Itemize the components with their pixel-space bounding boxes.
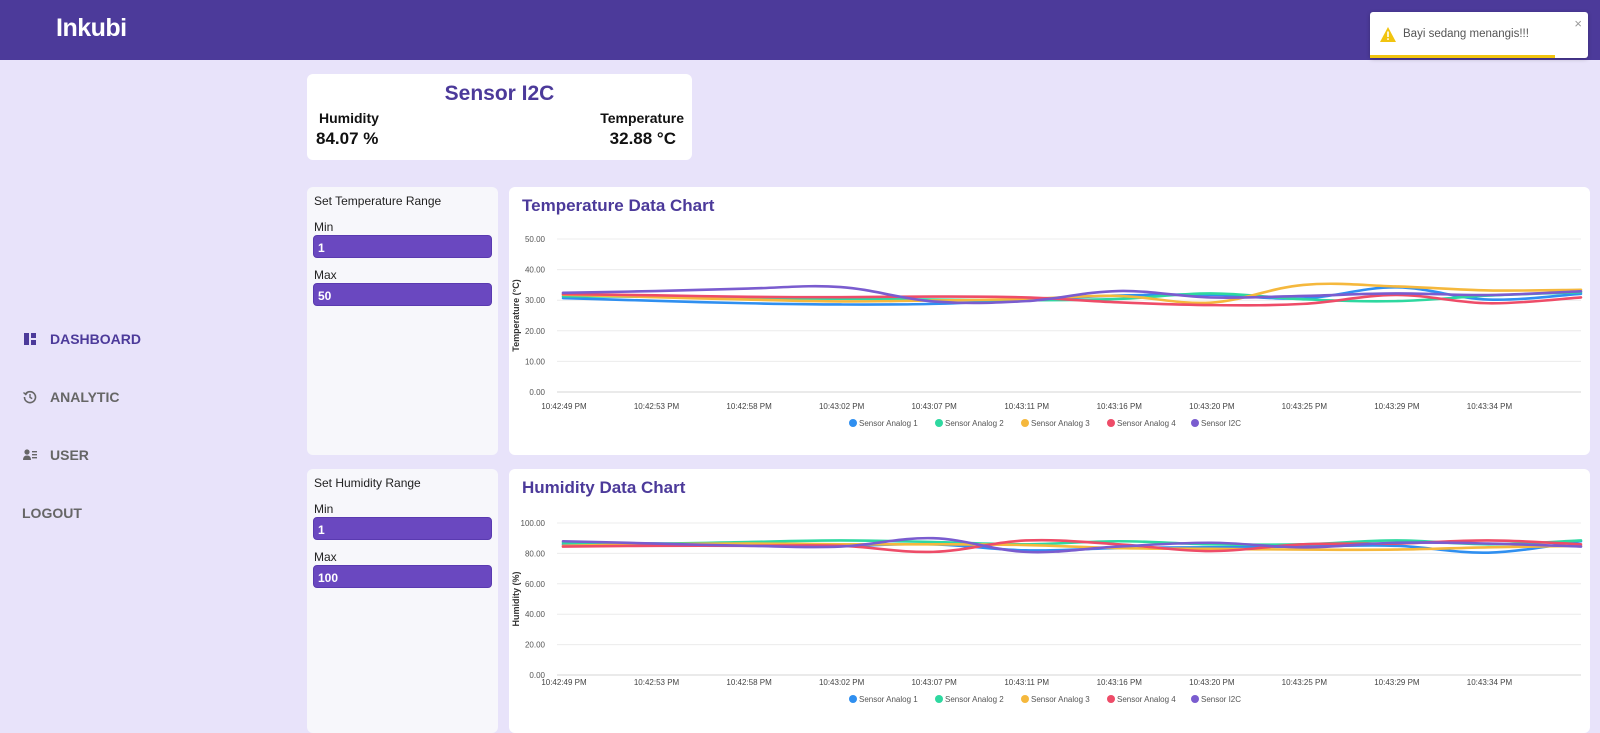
sidebar-item-dashboard[interactable]: DASHBOARD (22, 328, 222, 350)
temperature-range-title: Set Temperature Range (314, 194, 442, 208)
legend-swatch (849, 695, 857, 703)
humidity-label: Humidity (319, 110, 379, 126)
user-list-icon (22, 447, 38, 463)
sidebar-item-analytic[interactable]: ANALYTIC (22, 386, 222, 408)
legend-swatch (1107, 419, 1115, 427)
y-tick-label: 0.00 (529, 388, 545, 397)
x-tick-label: 10:43:16 PM (1097, 402, 1143, 411)
toast-close-button[interactable]: × (1574, 16, 1582, 31)
temperature-range-card: Set Temperature Range Min 1 Max 50 (307, 187, 498, 455)
legend-swatch (1021, 419, 1029, 427)
x-tick-label: 10:42:49 PM (541, 678, 587, 687)
y-tick-label: 20.00 (525, 641, 546, 650)
legend-label: Sensor Analog 2 (945, 419, 1004, 428)
y-axis-label: Humidity (%) (511, 571, 521, 626)
temperature-chart-card: Temperature Data Chart 0.00 10.00 20.00 30.… (509, 187, 1590, 455)
legend-label: Sensor Analog 1 (859, 695, 918, 704)
notification-toast: Bayi sedang menangis!!! × (1370, 12, 1588, 58)
x-tick-label: 10:43:34 PM (1467, 402, 1513, 411)
sidebar-item-user[interactable]: USER (22, 444, 222, 466)
legend-swatch (935, 695, 943, 703)
temperature-min-input[interactable]: 1 (313, 235, 492, 258)
x-tick-label: 10:43:11 PM (1004, 402, 1049, 411)
y-tick-label: 40.00 (525, 266, 546, 275)
x-tick-label: 10:43:02 PM (819, 678, 865, 687)
humidity-min-input[interactable]: 1 (313, 517, 492, 540)
y-tick-label: 50.00 (525, 235, 546, 244)
sensor-i2c-card: Sensor I2C Humidity 84.07 % Temperature … (307, 74, 692, 160)
humidity-max-input[interactable]: 100 (313, 565, 492, 588)
y-axis-label: Temperature (°C) (511, 279, 521, 351)
temperature-min-label: Min (314, 220, 334, 234)
toast-message: Bayi sedang menangis!!! (1403, 28, 1529, 40)
x-tick-label: 10:43:02 PM (819, 402, 865, 411)
brand-logo[interactable]: Inkubi (56, 14, 127, 43)
legend-label: Sensor Analog 1 (859, 419, 918, 428)
legend-label: Sensor Analog 3 (1031, 419, 1090, 428)
temperature-label: Temperature (600, 110, 684, 126)
sidebar-item-label: LOGOUT (22, 505, 82, 521)
x-tick-label: 10:43:25 PM (1282, 678, 1328, 687)
temperature-max-label: Max (314, 268, 337, 282)
temperature-value: 32.88 °C (609, 129, 676, 148)
x-tick-label: 10:42:49 PM (541, 402, 587, 411)
legend-label: Sensor Analog 4 (1117, 695, 1176, 704)
sensor-i2c-title: Sensor I2C (444, 82, 555, 105)
dashboard-icon (22, 331, 38, 347)
sidebar-item-label: ANALYTIC (50, 389, 120, 405)
temperature-chart: 0.00 10.00 20.00 30.00 40.00 50.00 Temperature… (511, 235, 1583, 428)
x-tick-label: 10:43:20 PM (1189, 678, 1235, 687)
humidity-chart-card: Humidity Data Chart 0.00 20.00 40.00 60.00 8… (509, 469, 1590, 733)
legend-label: Sensor Analog 3 (1031, 695, 1090, 704)
sidebar-item-logout[interactable]: LOGOUT (22, 502, 222, 524)
legend-label: Sensor I2C (1201, 419, 1241, 428)
legend-label: Sensor Analog 4 (1117, 419, 1176, 428)
legend-swatch (935, 419, 943, 427)
x-tick-label: 10:43:20 PM (1189, 402, 1235, 411)
x-tick-label: 10:43:29 PM (1374, 678, 1420, 687)
x-tick-label: 10:42:58 PM (726, 678, 772, 687)
legend-swatch (1191, 695, 1199, 703)
top-bar: Inkubi (0, 0, 1600, 60)
humidity-min-label: Min (314, 502, 334, 516)
x-tick-label: 10:43:25 PM (1282, 402, 1328, 411)
y-tick-label: 80.00 (525, 549, 546, 558)
humidity-value: 84.07 % (316, 129, 379, 148)
x-tick-label: 10:42:53 PM (634, 402, 680, 411)
legend-swatch (1021, 695, 1029, 703)
y-tick-label: 10.00 (525, 357, 546, 366)
humidity-range-card: Set Humidity Range Min 1 Max 100 (307, 469, 498, 733)
y-tick-label: 60.00 (525, 580, 546, 589)
x-tick-label: 10:43:07 PM (911, 678, 957, 687)
x-tick-label: 10:43:29 PM (1374, 402, 1420, 411)
x-tick-label: 10:42:53 PM (634, 678, 680, 687)
temperature-max-input[interactable]: 50 (313, 283, 492, 306)
sidebar-item-label: USER (50, 447, 89, 463)
x-tick-label: 10:43:16 PM (1097, 678, 1143, 687)
legend-label: Sensor I2C (1201, 695, 1241, 704)
humidity-chart: 0.0020.0040.0060.0080.00100.00Humidity (… (511, 519, 1583, 704)
x-tick-label: 10:42:58 PM (726, 402, 772, 411)
y-tick-label: 40.00 (525, 610, 546, 619)
humidity-max-label: Max (314, 550, 337, 564)
legend-swatch (1191, 419, 1199, 427)
history-icon (22, 389, 38, 405)
warning-icon (1380, 27, 1396, 47)
humidity-range-title: Set Humidity Range (314, 476, 421, 490)
legend-swatch (1107, 695, 1115, 703)
sidebar-item-label: DASHBOARD (50, 331, 141, 347)
y-tick-label: 100.00 (521, 519, 546, 528)
y-tick-label: 20.00 (525, 327, 546, 336)
legend-swatch (849, 419, 857, 427)
toast-progress-bar (1370, 55, 1556, 58)
y-tick-label: 30.00 (525, 296, 546, 305)
x-tick-label: 10:43:07 PM (911, 402, 957, 411)
x-tick-label: 10:43:34 PM (1467, 678, 1513, 687)
legend-label: Sensor Analog 2 (945, 695, 1004, 704)
x-tick-label: 10:43:11 PM (1004, 678, 1049, 687)
